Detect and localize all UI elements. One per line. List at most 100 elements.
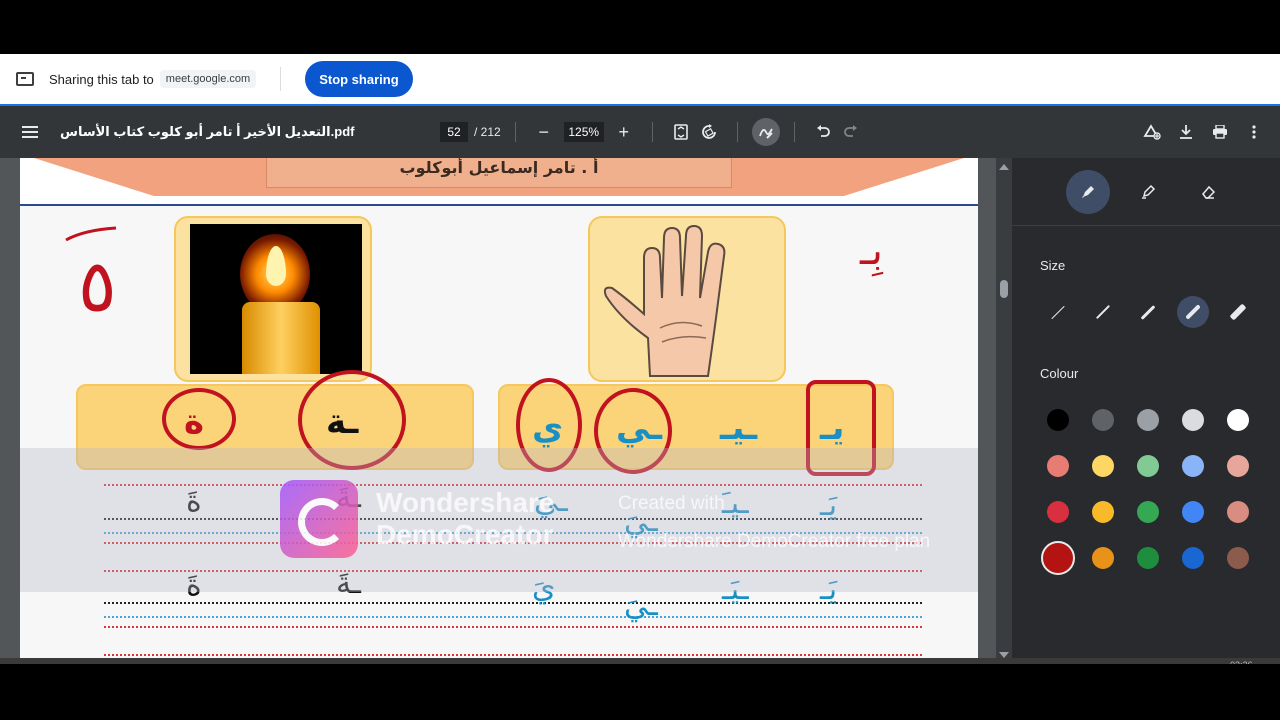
rotate-icon[interactable] bbox=[695, 118, 723, 146]
author-name: أ . تامر إسماعيل أبوكلوب bbox=[399, 158, 599, 177]
zoom-level-input[interactable]: 125% bbox=[563, 122, 604, 142]
colour-swatch[interactable] bbox=[1092, 409, 1114, 431]
colour-swatch[interactable] bbox=[1137, 409, 1159, 431]
annotate-icon[interactable] bbox=[751, 118, 780, 146]
divider bbox=[793, 122, 795, 142]
sharing-text: Sharing this tab to bbox=[49, 71, 154, 87]
banner-left bbox=[34, 158, 154, 196]
divider bbox=[280, 67, 282, 91]
document-title: التعديل الأخير أ تامر أبو كلوب كتاب الأس… bbox=[60, 124, 355, 139]
democreator-logo-icon bbox=[280, 480, 358, 558]
guide-line-red bbox=[104, 626, 922, 628]
candle-body bbox=[242, 302, 320, 374]
divider bbox=[514, 122, 516, 142]
zoom-out-button[interactable]: − bbox=[530, 118, 558, 146]
size-preview bbox=[1051, 305, 1065, 319]
guide-line-red bbox=[104, 654, 922, 656]
colour-swatch[interactable] bbox=[1137, 455, 1159, 477]
annotation-circle bbox=[162, 388, 236, 450]
undo-icon[interactable] bbox=[809, 118, 837, 146]
annotation-side-panel: Size Colour bbox=[1012, 158, 1280, 664]
colour-swatch[interactable] bbox=[1227, 455, 1249, 477]
watermark-brand-line2: DemoCreator bbox=[376, 519, 554, 550]
handwritten-letter: بِـ bbox=[860, 228, 883, 274]
eraser-tool[interactable] bbox=[1186, 170, 1230, 214]
colour-swatch[interactable] bbox=[1047, 501, 1069, 523]
colour-swatch[interactable] bbox=[1047, 455, 1069, 477]
watermark-created-line2: Wondershare DemoCreator free plan bbox=[618, 531, 931, 552]
scroll-up-arrow-icon[interactable] bbox=[999, 164, 1009, 170]
menu-icon[interactable] bbox=[22, 126, 38, 138]
colour-swatch[interactable] bbox=[1182, 547, 1204, 569]
colour-swatch[interactable] bbox=[1227, 501, 1249, 523]
guide-line-blue bbox=[104, 616, 922, 618]
highlighter-icon bbox=[1142, 184, 1156, 199]
size-option-3[interactable] bbox=[1132, 296, 1164, 328]
page-number-input[interactable]: 52 bbox=[440, 122, 468, 142]
size-option-4[interactable] bbox=[1177, 296, 1209, 328]
colour-swatch[interactable] bbox=[1092, 455, 1114, 477]
colour-swatch[interactable] bbox=[1137, 547, 1159, 569]
colour-swatch[interactable] bbox=[1047, 409, 1069, 431]
document-area[interactable]: أ . تامر إسماعيل أبوكلوب ٥ بِـ ة ـة ي ـي… bbox=[0, 158, 1012, 664]
stop-sharing-button[interactable]: Stop sharing bbox=[305, 61, 413, 97]
hand-icon bbox=[603, 224, 726, 377]
size-preview bbox=[1140, 304, 1156, 320]
sharing-domain: meet.google.com bbox=[159, 70, 257, 88]
colour-swatch[interactable] bbox=[1041, 541, 1075, 575]
save-annotations-icon[interactable] bbox=[1138, 118, 1166, 146]
pen-icon bbox=[1082, 186, 1094, 198]
page-total: / 212 bbox=[474, 125, 501, 139]
practice-letter: ـيَ bbox=[624, 588, 658, 623]
watermark-created-line1: Created with bbox=[618, 493, 725, 514]
guide-line-black bbox=[104, 602, 922, 604]
scroll-thumb[interactable] bbox=[1000, 280, 1008, 298]
pdf-page: أ . تامر إسماعيل أبوكلوب ٥ بِـ ة ـة ي ـي… bbox=[20, 158, 978, 664]
eraser-icon bbox=[1202, 185, 1216, 199]
more-options-icon[interactable] bbox=[1240, 118, 1268, 146]
handwritten-number: ٥ bbox=[78, 244, 117, 328]
print-icon[interactable] bbox=[1206, 118, 1234, 146]
fit-to-page-icon[interactable] bbox=[667, 118, 695, 146]
candle-image bbox=[190, 224, 362, 374]
pdf-viewer: التعديل الأخير أ تامر أبو كلوب كتاب الأس… bbox=[0, 104, 1280, 664]
pdf-toolbar: التعديل الأخير أ تامر أبو كلوب كتاب الأس… bbox=[0, 106, 1280, 158]
colour-swatch[interactable] bbox=[1137, 501, 1159, 523]
letterbox-top bbox=[0, 0, 1280, 54]
watermark-brand-line1: Wondershare bbox=[376, 487, 555, 518]
screen-share-icon bbox=[16, 72, 34, 86]
size-option-1[interactable] bbox=[1042, 296, 1074, 328]
divider bbox=[651, 122, 653, 142]
candle-image-box bbox=[174, 216, 372, 382]
size-preview bbox=[1229, 303, 1247, 321]
colour-swatch[interactable] bbox=[1092, 547, 1114, 569]
divider bbox=[736, 122, 738, 142]
hand-image-box bbox=[588, 216, 786, 382]
zoom-in-button[interactable]: + bbox=[610, 118, 638, 146]
letterbox-bottom bbox=[0, 664, 1280, 720]
banner-right bbox=[844, 158, 964, 196]
size-label: Size bbox=[1040, 258, 1066, 273]
page-header: أ . تامر إسماعيل أبوكلوب bbox=[20, 158, 978, 206]
colour-swatch[interactable] bbox=[1182, 409, 1204, 431]
redo-icon[interactable] bbox=[837, 118, 865, 146]
tool-row bbox=[1012, 158, 1280, 226]
colour-swatch[interactable] bbox=[1182, 501, 1204, 523]
highlighter-tool[interactable] bbox=[1126, 170, 1170, 214]
size-preview bbox=[1095, 304, 1111, 320]
colour-swatch[interactable] bbox=[1227, 547, 1249, 569]
download-icon[interactable] bbox=[1172, 118, 1200, 146]
pen-tool[interactable] bbox=[1066, 170, 1110, 214]
colour-swatch[interactable] bbox=[1227, 409, 1249, 431]
page-selector: 52 / 212 bbox=[440, 122, 501, 142]
vertical-scrollbar[interactable] bbox=[996, 158, 1012, 664]
size-preview bbox=[1185, 304, 1201, 320]
sharing-bar: Sharing this tab to meet.google.com Stop… bbox=[0, 54, 1280, 104]
colour-swatch[interactable] bbox=[1092, 501, 1114, 523]
handwritten-mark bbox=[65, 226, 117, 242]
size-option-2[interactable] bbox=[1087, 296, 1119, 328]
colour-swatch[interactable] bbox=[1182, 455, 1204, 477]
colour-label: Colour bbox=[1040, 366, 1079, 381]
letter-ya-medial: ـيـ bbox=[720, 408, 758, 448]
size-option-5[interactable] bbox=[1222, 296, 1254, 328]
